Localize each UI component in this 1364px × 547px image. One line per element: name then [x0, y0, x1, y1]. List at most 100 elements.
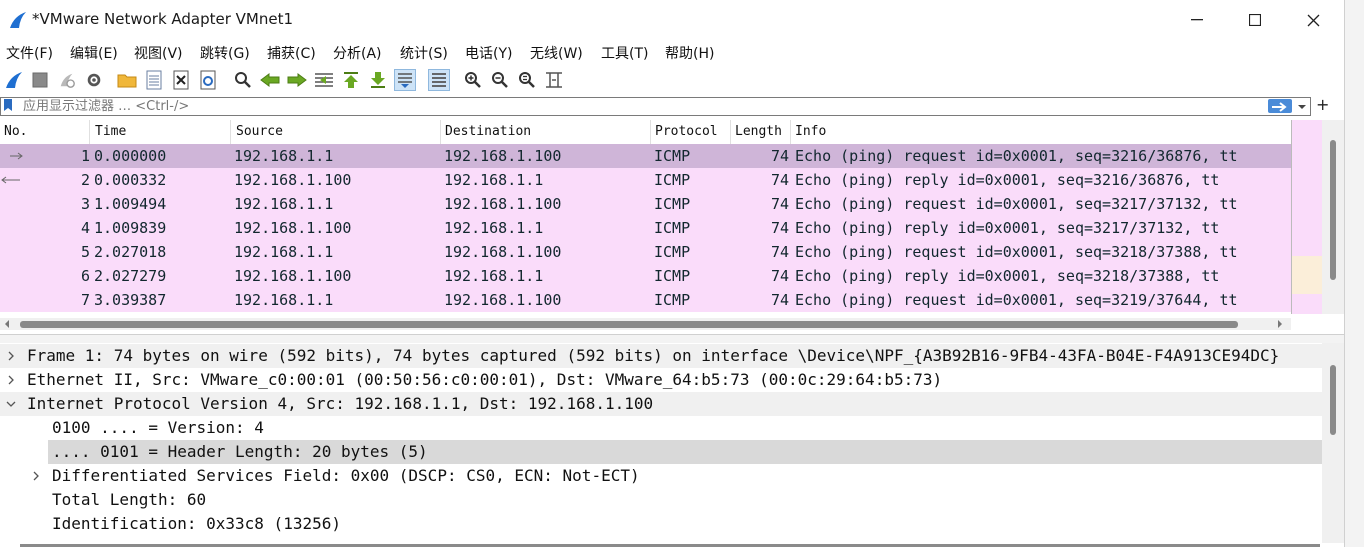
packet-list-hscroll-thumb[interactable] [20, 321, 1238, 328]
menu-file[interactable]: 文件(F) [6, 43, 53, 63]
filter-bookmark-icon[interactable] [3, 98, 13, 112]
packet-length: 74 [770, 267, 789, 285]
go-last-button[interactable] [367, 69, 389, 91]
go-back-button[interactable] [259, 69, 281, 91]
packet-info: Echo (ping) request id=0x0001, seq=3219/… [795, 291, 1238, 309]
apply-filter-button[interactable] [1268, 99, 1292, 113]
zoom-normal-button[interactable] [516, 69, 538, 91]
details-vscroll-thumb[interactable] [1330, 365, 1336, 435]
packet-row[interactable]: 4 1.009839 192.168.1.100 192.168.1.1 ICM… [0, 216, 1291, 240]
close-button[interactable] [1284, 0, 1342, 40]
column-no[interactable]: No. [0, 120, 90, 144]
go-last-icon [371, 72, 385, 88]
column-protocol[interactable]: Protocol [651, 120, 731, 144]
go-first-button[interactable] [340, 69, 362, 91]
detail-row-header-length[interactable]: .... 0101 = Header Length: 20 bytes (5) [48, 440, 1322, 464]
packet-no: 5 [80, 243, 90, 261]
packet-source: 192.168.1.1 [234, 195, 334, 213]
display-filter-input[interactable]: 应用显示过滤器 … <Ctrl-/> [0, 97, 1311, 116]
details-vscrollbar[interactable] [1322, 343, 1344, 543]
scroll-left-icon[interactable] [3, 319, 11, 329]
open-file-button[interactable] [116, 69, 138, 91]
display-filter-bar: 应用显示过滤器 … <Ctrl-/> + [0, 95, 1344, 118]
packet-row[interactable]: 7 3.039387 192.168.1.1 192.168.1.100 ICM… [0, 288, 1291, 312]
packet-list: No. Time Source Destination Protocol Len… [0, 120, 1344, 334]
chevron-down-icon [1298, 105, 1306, 109]
detail-row-identification[interactable]: Identification: 0x33c8 (13256) [0, 512, 1322, 536]
maximize-button[interactable] [1226, 0, 1284, 40]
detail-row-total-length[interactable]: Total Length: 60 [0, 488, 1322, 512]
packet-time: 0.000332 [94, 171, 167, 189]
detail-row-ipv4[interactable]: Internet Protocol Version 4, Src: 192.16… [0, 392, 1322, 416]
save-file-button[interactable] [143, 69, 165, 91]
minimize-icon [1191, 19, 1203, 21]
zoom-in-button[interactable] [462, 69, 484, 91]
detail-row-ethernet[interactable]: Ethernet II, Src: VMware_c0:00:01 (00:50… [0, 368, 1322, 392]
packet-list-vscroll-thumb[interactable] [1330, 140, 1336, 280]
menu-wireless[interactable]: 无线(W) [530, 43, 583, 63]
detail-row-version[interactable]: 0100 .... = Version: 4 [0, 416, 1322, 440]
packet-row[interactable]: 1 0.000000 192.168.1.1 192.168.1.100 ICM… [0, 144, 1291, 168]
packet-list-vscrollbar[interactable] [1322, 120, 1344, 314]
packet-row[interactable]: 5 2.027018 192.168.1.1 192.168.1.100 ICM… [0, 240, 1291, 264]
packet-row[interactable]: 3 1.009494 192.168.1.1 192.168.1.100 ICM… [0, 192, 1291, 216]
packet-source: 192.168.1.1 [234, 291, 334, 309]
menu-statistics[interactable]: 统计(S) [400, 43, 448, 63]
column-info[interactable]: Info [791, 120, 1291, 144]
packet-row[interactable]: 6 2.027279 192.168.1.100 192.168.1.1 ICM… [0, 264, 1291, 288]
menu-view[interactable]: 视图(V) [134, 43, 183, 63]
capture-options-button[interactable] [83, 69, 105, 91]
close-file-button[interactable] [170, 69, 192, 91]
packet-protocol: ICMP [654, 243, 691, 261]
filter-history-dropdown[interactable] [1296, 99, 1308, 113]
resize-columns-button[interactable] [543, 69, 565, 91]
go-forward-button[interactable] [286, 69, 308, 91]
minimize-button[interactable] [1168, 0, 1226, 40]
packet-no: 1 [80, 147, 90, 165]
autoscroll-button[interactable] [394, 69, 416, 91]
restart-icon [60, 73, 75, 88]
packet-time: 1.009494 [94, 195, 167, 213]
detail-text: Total Length: 60 [52, 490, 207, 509]
apply-arrow-icon [1272, 102, 1287, 112]
packet-length: 74 [770, 219, 789, 237]
menu-go[interactable]: 跳转(G) [200, 43, 250, 63]
packet-row[interactable]: 2 0.000332 192.168.1.100 192.168.1.1 ICM… [0, 168, 1291, 192]
close-icon [1307, 14, 1319, 26]
column-destination[interactable]: Destination [441, 120, 651, 144]
menu-telephony[interactable]: 电话(Y) [465, 43, 512, 63]
zoom-normal-icon [519, 72, 535, 88]
add-filter-button[interactable]: + [1316, 95, 1329, 114]
packet-list-hscrollbar[interactable] [0, 318, 1291, 330]
menu-edit[interactable]: 编辑(E) [70, 43, 118, 63]
packet-info: Echo (ping) reply id=0x0001, seq=3217/37… [795, 219, 1220, 237]
detail-text: Identification: 0x33c8 (13256) [52, 514, 341, 533]
detail-row-dsfield[interactable]: Differentiated Services Field: 0x00 (DSC… [0, 464, 1322, 488]
column-source[interactable]: Source [232, 120, 441, 144]
menu-analyze[interactable]: 分析(A) [333, 43, 382, 63]
packet-list-header: No. Time Source Destination Protocol Len… [0, 120, 1291, 145]
detail-row-frame[interactable]: Frame 1: 74 bytes on wire (592 bits), 74… [0, 344, 1322, 368]
menu-bar: 文件(F) 编辑(E) 视图(V) 跳转(G) 捕获(C) 分析(A) 统计(S… [0, 40, 1344, 64]
go-to-packet-button[interactable] [313, 69, 335, 91]
column-length[interactable]: Length [731, 120, 791, 144]
start-capture-button[interactable] [3, 69, 25, 91]
find-packet-button[interactable] [232, 69, 254, 91]
menu-capture[interactable]: 捕获(C) [267, 43, 316, 63]
detail-text: .... 0101 = Header Length: 20 bytes (5) [52, 442, 428, 461]
zoom-out-button[interactable] [489, 69, 511, 91]
packet-length: 74 [770, 171, 789, 189]
reload-file-button[interactable] [197, 69, 219, 91]
packet-time: 1.009839 [94, 219, 167, 237]
scroll-right-icon[interactable] [1276, 319, 1284, 329]
menu-help[interactable]: 帮助(H) [665, 43, 714, 63]
packet-no: 2 [80, 171, 90, 189]
restart-capture-button[interactable] [56, 69, 78, 91]
stop-capture-button[interactable] [29, 69, 51, 91]
menu-tools[interactable]: 工具(T) [601, 43, 648, 63]
packet-minimap[interactable] [1291, 120, 1322, 314]
colorize-button[interactable] [428, 69, 450, 91]
reply-arrow-icon [1, 176, 20, 184]
chevron-right-icon [8, 375, 14, 385]
column-time[interactable]: Time [91, 120, 231, 144]
